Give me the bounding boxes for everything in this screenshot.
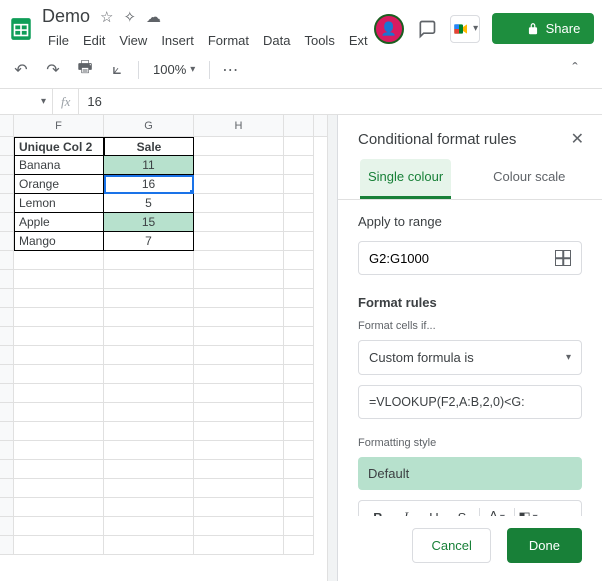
- cell[interactable]: 15: [104, 213, 194, 232]
- menu-data[interactable]: Data: [257, 30, 296, 51]
- toolbar: ↶ ↷ 🖶 ⟀ 100% ▾ ⋯ ˆ: [0, 51, 602, 89]
- doc-title[interactable]: Demo: [42, 6, 90, 27]
- account-avatar[interactable]: 👤: [374, 14, 404, 44]
- cell[interactable]: Mango: [14, 232, 104, 251]
- done-button[interactable]: Done: [507, 528, 582, 563]
- print-icon[interactable]: 🖶: [74, 59, 96, 81]
- comments-icon[interactable]: [416, 18, 438, 40]
- scrollbar[interactable]: [327, 115, 337, 581]
- formula-input[interactable]: =VLOOKUP(F2,A:B,2,0)<G:: [358, 385, 582, 419]
- apply-range-label: Apply to range: [358, 214, 582, 229]
- range-input-wrapper: [358, 241, 582, 275]
- cell[interactable]: [194, 194, 284, 213]
- redo-icon[interactable]: ↷: [42, 59, 64, 81]
- menu-format[interactable]: Format: [202, 30, 255, 51]
- spreadsheet-grid[interactable]: F G H Unique Col 2 Sale Banana 11: [0, 115, 327, 581]
- name-box[interactable]: ▾: [0, 96, 52, 107]
- sheets-logo-icon[interactable]: [8, 11, 34, 47]
- conditional-format-panel: Conditional format rules ✕ Single colour…: [337, 115, 602, 581]
- fx-icon: fx: [52, 89, 79, 114]
- text-color-button[interactable]: A▾: [484, 505, 510, 516]
- menu-extensions[interactable]: Ext: [343, 30, 374, 51]
- select-range-icon[interactable]: [555, 250, 571, 266]
- tab-colour-scale[interactable]: Colour scale: [491, 159, 567, 199]
- cell[interactable]: [194, 232, 284, 251]
- formula-bar-input[interactable]: 16: [79, 94, 101, 109]
- cell[interactable]: [194, 137, 284, 156]
- col-header-g[interactable]: G: [104, 115, 194, 136]
- chevron-down-icon: ▾: [566, 352, 571, 363]
- range-input[interactable]: [369, 251, 555, 266]
- collapse-toolbar-icon[interactable]: ˆ: [564, 59, 586, 81]
- rules-title: Format rules: [358, 295, 582, 310]
- style-label: Formatting style: [358, 437, 582, 449]
- italic-button[interactable]: I: [393, 505, 419, 516]
- underline-button[interactable]: U: [421, 505, 447, 516]
- cell[interactable]: [194, 156, 284, 175]
- col-header-h[interactable]: H: [194, 115, 284, 136]
- cell[interactable]: Lemon: [14, 194, 104, 213]
- panel-title: Conditional format rules: [358, 131, 516, 148]
- menu-file[interactable]: File: [42, 30, 75, 51]
- active-cell[interactable]: 16: [104, 175, 194, 194]
- close-icon[interactable]: ✕: [571, 129, 584, 149]
- cell[interactable]: 5: [104, 194, 194, 213]
- cell[interactable]: [194, 175, 284, 194]
- zoom-select[interactable]: 100% ▾: [149, 62, 199, 77]
- move-icon[interactable]: ✧: [123, 8, 136, 26]
- menu-view[interactable]: View: [113, 30, 153, 51]
- style-preview[interactable]: Default: [358, 457, 582, 490]
- paint-format-icon[interactable]: ⟀: [106, 59, 128, 81]
- col-header-f[interactable]: F: [14, 115, 104, 136]
- menubar: File Edit View Insert Format Data Tools …: [42, 27, 374, 51]
- header-cell[interactable]: Unique Col 2: [14, 137, 104, 156]
- cells-if-label: Format cells if...: [358, 320, 582, 332]
- cloud-icon[interactable]: ☁: [146, 8, 161, 26]
- menu-tools[interactable]: Tools: [298, 30, 340, 51]
- menu-insert[interactable]: Insert: [155, 30, 200, 51]
- cancel-button[interactable]: Cancel: [412, 528, 490, 563]
- share-label: Share: [546, 21, 581, 36]
- cell[interactable]: Orange: [14, 175, 104, 194]
- cell[interactable]: Banana: [14, 156, 104, 175]
- cell[interactable]: [194, 213, 284, 232]
- zoom-value: 100%: [153, 62, 186, 77]
- share-button[interactable]: Share: [492, 13, 595, 44]
- format-toolbar: B I U S A▾ ◧▾: [358, 500, 582, 516]
- tab-single-colour[interactable]: Single colour: [360, 159, 451, 199]
- condition-value: Custom formula is: [369, 350, 474, 365]
- undo-icon[interactable]: ↶: [10, 59, 32, 81]
- cell[interactable]: 7: [104, 232, 194, 251]
- fill-color-button[interactable]: ◧▾: [519, 505, 537, 516]
- more-icon[interactable]: ⋯: [220, 59, 242, 81]
- cell[interactable]: Apple: [14, 213, 104, 232]
- strikethrough-button[interactable]: S: [449, 505, 475, 516]
- menu-edit[interactable]: Edit: [77, 30, 111, 51]
- header-cell[interactable]: Sale: [104, 137, 194, 156]
- bold-button[interactable]: B: [365, 505, 391, 516]
- star-icon[interactable]: ☆: [100, 8, 113, 26]
- condition-select[interactable]: Custom formula is ▾: [358, 340, 582, 375]
- cell[interactable]: 11: [104, 156, 194, 175]
- meet-icon[interactable]: ▾: [450, 15, 480, 43]
